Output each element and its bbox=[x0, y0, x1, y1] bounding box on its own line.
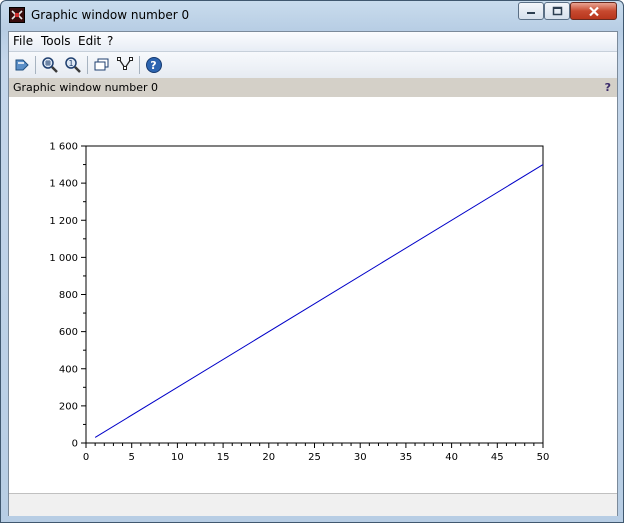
info-help-button[interactable]: ? bbox=[605, 81, 611, 94]
new-window-icon bbox=[94, 58, 108, 70]
new-window-button[interactable] bbox=[91, 54, 112, 75]
x-tick-label: 5 bbox=[129, 452, 135, 463]
menu-tools[interactable]: Tools bbox=[41, 34, 71, 48]
toolbar-separator bbox=[87, 56, 88, 74]
y-tick-label: 1 000 bbox=[49, 253, 78, 264]
rotate-button[interactable] bbox=[11, 54, 32, 75]
x-tick-label: 35 bbox=[400, 452, 413, 463]
x-tick-label: 50 bbox=[537, 452, 550, 463]
y-tick-label: 1 600 bbox=[49, 142, 78, 153]
x-tick-label: 0 bbox=[83, 452, 89, 463]
menu-help[interactable]: ? bbox=[107, 34, 113, 48]
close-icon bbox=[588, 6, 599, 16]
zoom-reset-button[interactable]: 1 bbox=[62, 54, 83, 75]
x-tick-label: 20 bbox=[262, 452, 275, 463]
maximize-icon bbox=[552, 6, 562, 16]
x-tick-label: 25 bbox=[308, 452, 321, 463]
zoom-button[interactable] bbox=[39, 54, 60, 75]
x-tick-label: 15 bbox=[217, 452, 230, 463]
minimize-icon bbox=[527, 12, 535, 14]
datatip-button[interactable] bbox=[114, 54, 135, 75]
help-icon: ? bbox=[145, 56, 162, 73]
y-tick-label: 600 bbox=[59, 327, 78, 338]
svg-text:?: ? bbox=[150, 59, 156, 72]
series-line bbox=[94, 164, 544, 438]
graphic-canvas[interactable]: 0 5 10 15 20 25 30 35 40 45 50 0 200 400 600 800 1 000 1 … bbox=[9, 97, 617, 491]
info-bar: Graphic window number 0 ? bbox=[9, 78, 617, 97]
maximize-button[interactable] bbox=[544, 2, 570, 20]
plot-frame bbox=[85, 145, 544, 444]
x-tick-label: 45 bbox=[491, 452, 504, 463]
title-bar[interactable]: Graphic window number 0 bbox=[1, 1, 623, 31]
toolbar-separator bbox=[35, 56, 36, 74]
datatip-icon bbox=[116, 56, 133, 70]
menu-file[interactable]: File bbox=[13, 34, 33, 48]
help-button[interactable]: ? bbox=[143, 54, 164, 75]
graphic-window: Graphic window number 0 File Tools Edit … bbox=[0, 0, 624, 523]
y-tick-label: 1 400 bbox=[49, 179, 78, 190]
x-tick-label: 40 bbox=[445, 452, 458, 463]
menu-edit[interactable]: Edit bbox=[78, 34, 101, 48]
y-tick-label: 1 200 bbox=[49, 216, 78, 227]
y-tick-label: 800 bbox=[59, 290, 78, 301]
toolbar: 1 ? bbox=[9, 52, 617, 78]
window-title: Graphic window number 0 bbox=[31, 8, 190, 22]
scilab-app-icon[interactable] bbox=[9, 7, 25, 23]
info-bar-label: Graphic window number 0 bbox=[13, 81, 158, 94]
zoom-in-icon bbox=[41, 56, 58, 73]
y-tick-label: 0 bbox=[72, 439, 78, 450]
y-tick-label: 400 bbox=[59, 364, 78, 375]
close-button[interactable] bbox=[570, 2, 617, 20]
x-tick-label: 10 bbox=[171, 452, 184, 463]
y-tick-label: 200 bbox=[59, 401, 78, 412]
toolbar-separator bbox=[139, 56, 140, 74]
rotate-icon bbox=[15, 59, 29, 70]
menu-bar: File Tools Edit ? bbox=[9, 32, 617, 52]
status-bar bbox=[9, 493, 617, 516]
zoom-reset-icon: 1 bbox=[64, 56, 81, 73]
plot-area: 0 5 10 15 20 25 30 35 40 45 50 0 200 400 600 800 1 000 1 … bbox=[49, 142, 550, 464]
minimize-button[interactable] bbox=[518, 2, 544, 20]
x-tick-label: 30 bbox=[354, 452, 367, 463]
svg-text:1: 1 bbox=[68, 59, 73, 68]
window-client-area: File Tools Edit ? 1 ? Graphic window num… bbox=[8, 31, 618, 516]
